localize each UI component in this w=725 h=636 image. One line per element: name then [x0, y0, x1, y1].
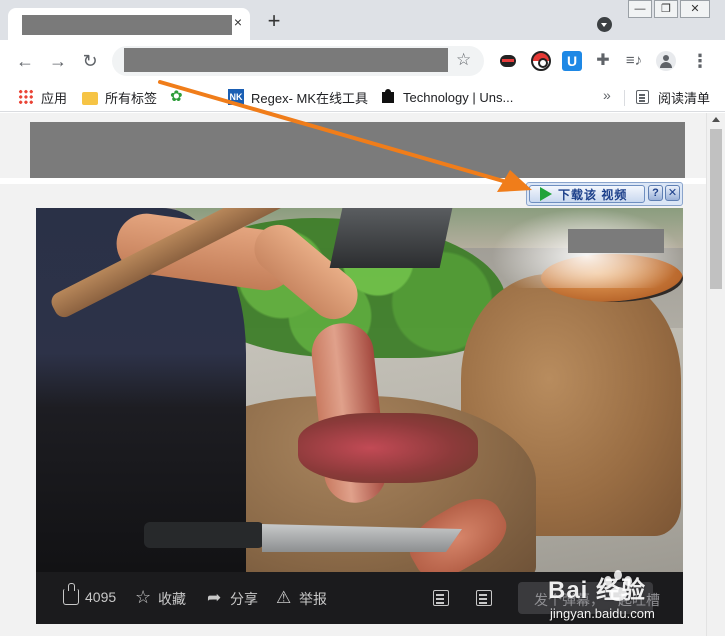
address-bar[interactable]: ☆	[112, 46, 484, 76]
scroll-up-arrow-icon[interactable]	[712, 117, 720, 122]
share-label: 分享	[230, 591, 258, 607]
media-control-icon[interactable]: ≡♪	[624, 51, 644, 71]
bookmark-star-icon[interactable]: ☆	[456, 50, 471, 70]
new-tab-button[interactable]: +	[264, 10, 284, 32]
browser-menu-icon[interactable]: ⋮	[690, 50, 710, 72]
like-button[interactable]: 4095	[63, 583, 117, 605]
bookmark-technology-label: Technology | Uns...	[403, 89, 514, 105]
extensions-puzzle-icon[interactable]: ✚	[593, 51, 613, 71]
bookmark-all-bookmarks[interactable]: 所有标签	[82, 86, 157, 108]
window-minimize-button[interactable]: —	[628, 0, 652, 18]
url-redacted	[124, 48, 448, 72]
bookmark-all-label: 所有标签	[105, 90, 158, 106]
baidu-jingyan-watermark: Bai 经验 jingyan.baidu.com	[548, 566, 708, 636]
photo-logo-redacted	[568, 229, 664, 253]
bookmark-leaf-site[interactable]	[170, 86, 193, 108]
star-icon	[135, 587, 152, 608]
warning-icon	[276, 588, 293, 608]
page-header-redacted	[30, 122, 685, 178]
tab-close-icon[interactable]: ×	[230, 14, 246, 30]
bookmarks-divider	[624, 90, 625, 106]
bookmark-regex[interactable]: NK Regex- MK在线工具	[228, 86, 368, 108]
share-button[interactable]: 分享	[207, 588, 258, 609]
download-video-label: 下载该 视频	[558, 187, 628, 202]
reload-button[interactable]: ↻	[79, 50, 101, 72]
profile-avatar-icon[interactable]	[656, 51, 676, 71]
bookmark-regex-label: Regex- MK在线工具	[251, 90, 369, 106]
bookmark-apps-label: 应用	[41, 90, 68, 106]
window-maximize-button[interactable]: ❐	[654, 0, 678, 18]
report-label: 举报	[299, 591, 327, 607]
forward-button[interactable]: →	[47, 50, 69, 72]
extension-mask-icon[interactable]	[498, 51, 518, 71]
browser-tab-active[interactable]: ×	[8, 8, 250, 40]
browser-toolbar: ← → ↻ ☆ U ✚ ≡♪ ⋮	[0, 40, 725, 82]
download-close-icon[interactable]: ✕	[665, 185, 680, 201]
extension-pokeball-icon[interactable]	[531, 51, 551, 71]
video-download-bar: 下载该 视频 ? ✕	[526, 182, 683, 206]
thumbs-up-icon	[63, 583, 79, 605]
watermark-url: jingyan.baidu.com	[550, 606, 655, 621]
reading-list-label: 阅读清单	[658, 90, 711, 106]
bookmarks-overflow-icon[interactable]: »	[603, 87, 611, 103]
report-button[interactable]: 举报	[276, 588, 327, 609]
play-triangle-icon	[540, 187, 552, 201]
bookmark-technology[interactable]: Technology | Uns...	[380, 86, 513, 108]
apps-grid-icon	[18, 89, 34, 105]
scroll-thumb[interactable]	[710, 129, 722, 289]
tab-title-redacted	[22, 15, 232, 35]
tab-strip: × + — ❐ ✕	[0, 0, 725, 40]
favorite-label: 收藏	[158, 591, 186, 607]
like-count: 4095	[85, 589, 117, 605]
share-icon	[207, 588, 224, 608]
danmu-toggle-icon[interactable]	[433, 590, 449, 606]
photo-axe-head	[329, 208, 453, 268]
folder-icon	[82, 91, 98, 105]
page-scrollbar[interactable]	[706, 113, 725, 636]
extension-u-icon[interactable]: U	[562, 51, 582, 71]
favorite-button[interactable]: 收藏	[135, 587, 186, 609]
back-button[interactable]: ←	[14, 50, 36, 72]
video-thumbnail[interactable]	[36, 208, 683, 572]
bookmarks-bar: 应用 所有标签 NK Regex- MK在线工具 Technology | Un…	[0, 82, 725, 112]
photo-knife-handle	[144, 522, 264, 548]
mk-icon: NK	[228, 89, 244, 105]
tab-search-icon[interactable]	[597, 17, 612, 32]
baidu-paw-icon	[600, 570, 640, 610]
danmu-settings-icon[interactable]	[476, 590, 492, 606]
download-help-icon[interactable]: ?	[648, 185, 663, 201]
reading-list-button[interactable]: 阅读清单	[636, 86, 710, 108]
window-close-button[interactable]: ✕	[680, 0, 710, 18]
photo-meat-pieces	[298, 413, 478, 483]
download-video-button[interactable]: 下载该 视频	[529, 185, 645, 203]
reading-list-icon	[636, 90, 649, 104]
technology-icon	[380, 89, 396, 105]
leaf-icon	[170, 87, 186, 105]
bookmark-apps[interactable]: 应用	[18, 86, 67, 108]
